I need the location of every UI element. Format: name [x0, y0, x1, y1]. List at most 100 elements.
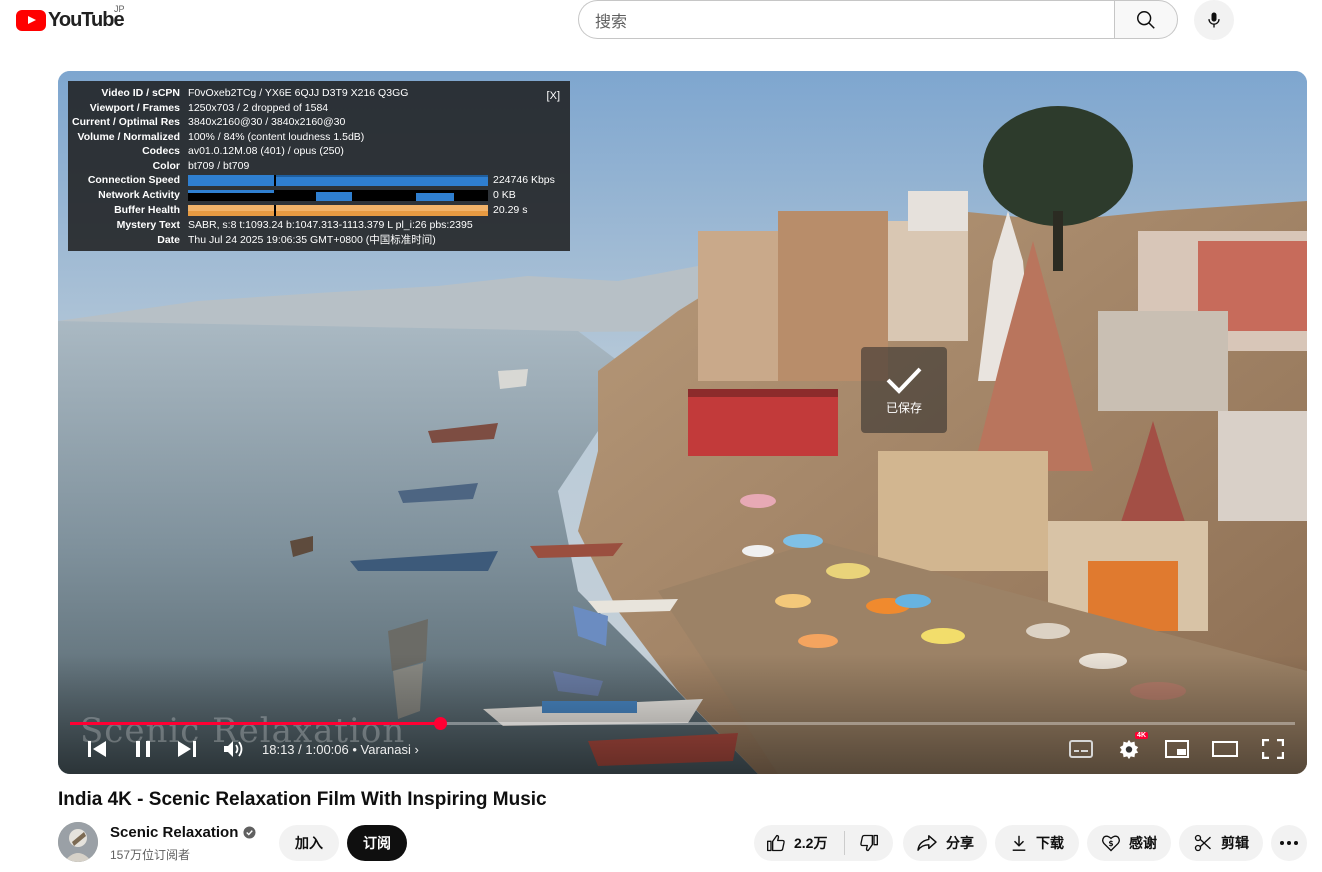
- stats-label: Codecs: [142, 145, 180, 157]
- mic-icon: [1208, 12, 1220, 28]
- scrubber-handle[interactable]: [433, 717, 447, 730]
- stats-label: Buffer Health: [114, 204, 180, 216]
- search-input[interactable]: 搜索: [578, 0, 1116, 39]
- download-button[interactable]: 下载: [995, 825, 1079, 861]
- subscribe-button[interactable]: 订阅: [347, 825, 407, 861]
- progress-bar[interactable]: [70, 717, 1295, 730]
- search-button[interactable]: [1114, 0, 1178, 39]
- stats-label: Volume / Normalized: [77, 130, 181, 143]
- join-label: 加入: [295, 835, 323, 851]
- thumbs-up-icon: [766, 833, 786, 853]
- stats-value: 0 KB: [493, 189, 516, 201]
- skip-next-icon: [178, 741, 196, 757]
- stats-row: Current / Optimal Res 3840x2160@30 / 3840…: [68, 115, 570, 130]
- clip-label: 剪辑: [1221, 835, 1249, 851]
- fullscreen-icon: [1262, 739, 1284, 759]
- stats-label: Network Activity: [98, 189, 180, 201]
- video-title: India 4K - Scenic Relaxation Film With I…: [58, 789, 547, 810]
- settings-button[interactable]: 4K: [1116, 732, 1148, 762]
- chapter-separator: •: [352, 742, 361, 757]
- stats-label: Connection Speed: [87, 174, 180, 186]
- gear-icon: [1119, 739, 1139, 760]
- quality-badge: 4K: [1135, 732, 1148, 739]
- masthead: YouTube JP 搜索: [0, 0, 1322, 40]
- like-count: 2.2万: [794, 835, 828, 851]
- fullscreen-button[interactable]: [1260, 736, 1286, 762]
- thanks-heart-icon: $: [1101, 833, 1121, 853]
- region-code: JP: [114, 4, 125, 14]
- verified-badge-icon: [243, 826, 256, 839]
- youtube-logo[interactable]: YouTube JP: [16, 4, 125, 32]
- stats-value: 20.29 s: [493, 204, 528, 216]
- channel-name[interactable]: Scenic Relaxation: [110, 824, 256, 841]
- stats-row: Mystery Text SABR, s:8 t:1093.24 b:1047.3…: [68, 218, 570, 233]
- network-activity-graph: [188, 190, 488, 201]
- download-icon: [1010, 834, 1028, 852]
- stats-row: Viewport / Frames 1250x703 / 2 dropped of…: [68, 101, 570, 116]
- stats-row: Color bt709 / bt709: [68, 159, 570, 174]
- chapter-title[interactable]: Varanasi: [361, 742, 411, 757]
- more-actions-button[interactable]: [1271, 825, 1307, 861]
- stats-value: Thu Jul 24 2025 19:06:35 GMT+0800 (中国标准时…: [188, 233, 436, 246]
- stats-value: 1250x703 / 2 dropped of 1584: [188, 101, 329, 114]
- subscribe-label: 订阅: [363, 835, 391, 851]
- channel-avatar[interactable]: [58, 822, 98, 862]
- stats-value: 224746 Kbps: [493, 174, 555, 186]
- next-button[interactable]: [174, 736, 200, 762]
- progress-played: [70, 722, 440, 725]
- miniplayer-icon: [1165, 740, 1189, 758]
- stats-graph-row: Connection Speed 224746 Kbps: [68, 173, 570, 188]
- stats-row: Codecs av01.0.12M.08 (401) / opus (250): [68, 144, 570, 159]
- stats-close-button[interactable]: [X]: [547, 89, 560, 104]
- thumbs-down-icon: [860, 834, 878, 852]
- stats-value: F0vOxeb2TCg / YX6E 6QJJ D3T9 X216 Q3GG: [188, 87, 409, 99]
- share-label: 分享: [946, 835, 974, 851]
- thanks-button[interactable]: $ 感谢: [1087, 825, 1171, 861]
- stats-row: Date Thu Jul 24 2025 19:06:35 GMT+0800 (中…: [68, 233, 570, 248]
- youtube-play-icon: [16, 9, 46, 31]
- thanks-label: 感谢: [1129, 835, 1157, 851]
- saved-label: 已保存: [885, 400, 922, 415]
- clip-button[interactable]: 剪辑: [1179, 825, 1263, 861]
- miniplayer-button[interactable]: [1164, 736, 1190, 762]
- stats-row: Volume / Normalized 100% / 84% (content l…: [68, 130, 570, 145]
- settings-icon-wrap: 4K: [1118, 732, 1148, 760]
- skip-previous-icon: [88, 741, 106, 757]
- dislike-button[interactable]: [845, 825, 893, 861]
- stats-row: Video ID / sCPN F0vOxeb2TCg / YX6E 6QJJ D…: [68, 86, 570, 101]
- checkmark-icon: [886, 367, 922, 394]
- more-horizontal-icon: [1280, 841, 1298, 845]
- previous-button[interactable]: [84, 736, 110, 762]
- stats-label: Current / Optimal Res: [72, 116, 180, 128]
- stats-label: Date: [157, 233, 180, 246]
- stats-value: SABR, s:8 t:1093.24 b:1047.313-1113.379 …: [188, 219, 473, 231]
- like-dislike-group: 2.2万: [754, 825, 893, 861]
- stats-value: 3840x2160@30 / 3840x2160@30: [188, 116, 346, 128]
- buffer-health-graph: [188, 205, 488, 216]
- stats-value: bt709 / bt709: [188, 159, 250, 172]
- subtitles-button[interactable]: [1068, 736, 1094, 762]
- share-button[interactable]: 分享: [903, 825, 987, 861]
- connection-speed-graph: [188, 175, 488, 186]
- stats-label: Mystery Text: [116, 219, 180, 231]
- stats-label: Video ID / sCPN: [101, 87, 180, 99]
- theater-mode-button[interactable]: [1212, 736, 1238, 762]
- join-button[interactable]: 加入: [279, 825, 339, 861]
- stats-graph-row: Network Activity 0 KB: [68, 188, 570, 203]
- pause-button[interactable]: [130, 736, 156, 762]
- download-label: 下载: [1036, 835, 1064, 851]
- stats-value: 100% / 84% (content loudness 1.5dB): [188, 130, 365, 143]
- video-player[interactable]: [X] Video ID / sCPN F0vOxeb2TCg / YX6E 6Q…: [58, 71, 1307, 774]
- time-display: 18:13 / 1:00:06 • Varanasi ›: [262, 742, 419, 757]
- time-text: 18:13 / 1:00:06: [262, 742, 349, 757]
- scissors-icon: [1193, 833, 1213, 853]
- theater-mode-icon: [1212, 741, 1238, 757]
- logo-text: YouTube: [48, 8, 125, 31]
- chevron-right-icon: ›: [414, 742, 419, 757]
- avatar-image: [58, 822, 98, 862]
- stats-label: Viewport / Frames: [89, 101, 180, 114]
- voice-search-button[interactable]: [1194, 0, 1234, 40]
- like-button[interactable]: 2.2万: [754, 825, 844, 861]
- svg-text:$: $: [1108, 839, 1113, 848]
- volume-button[interactable]: [220, 736, 248, 762]
